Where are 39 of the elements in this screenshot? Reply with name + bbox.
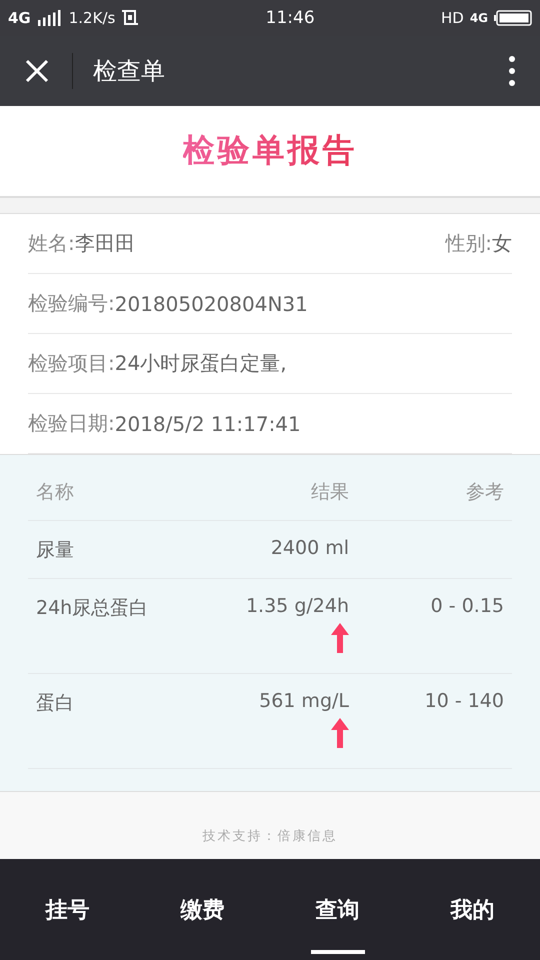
nav-tab[interactable]: 缴费 (135, 859, 270, 960)
hd-indicator: HD (440, 9, 464, 27)
table-cell: 561 mg/L (259, 690, 349, 712)
table-cell-text: 10 - 140 (424, 690, 504, 714)
field-value: 2018/5/2 11:17:41 (114, 412, 301, 436)
footer-text: 技术支持：倍康信息 (202, 828, 338, 845)
field-value: 女 (492, 230, 512, 257)
page-title: 检查单 (93, 56, 165, 87)
table-cell-text: 24h尿总蛋白 (36, 596, 150, 621)
column-header: 参考 (465, 480, 504, 505)
column-header: 名称 (36, 480, 75, 505)
field-label: 检验编号: (28, 290, 115, 317)
field-value: 24小时尿蛋白定量, (114, 350, 287, 377)
clock: 11:46 (266, 8, 315, 28)
table-cell: 2400 ml (270, 537, 349, 559)
nav-tab[interactable]: 查询 (270, 859, 405, 960)
signal-icon (36, 10, 63, 26)
nav-tab[interactable]: 我的 (405, 859, 540, 960)
column-header: 结果 (310, 480, 349, 505)
more-icon (509, 56, 515, 86)
nav-tab[interactable]: 挂号 (0, 859, 135, 960)
field-label: 性别: (445, 230, 492, 257)
field-label: 检验日期: (28, 410, 115, 437)
network-speed: 1.2K/s (68, 9, 116, 27)
battery-icon (494, 10, 532, 26)
table-cell-text: 尿量 (36, 538, 75, 563)
up-arrow-icon (331, 718, 349, 748)
close-icon (25, 59, 49, 83)
up-arrow-icon (331, 623, 349, 653)
network-indicator: 4G (8, 9, 31, 27)
table-cell-text: 0 - 0.15 (430, 595, 504, 619)
screenshot-icon (121, 9, 140, 27)
table-cell-text: 蛋白 (36, 691, 75, 716)
field-label: 姓名: (28, 230, 75, 257)
field-label: 检验项目: (28, 350, 115, 377)
network-indicator: 4G (470, 11, 488, 25)
table-cell: 1.35 g/24h (246, 595, 349, 617)
field-value: 李田田 (74, 230, 135, 257)
field-value: 201805020804N31 (114, 292, 308, 316)
